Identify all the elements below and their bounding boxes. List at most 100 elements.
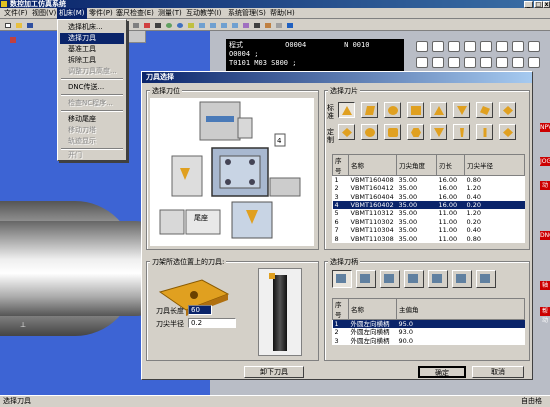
pan-icon[interactable] [185, 20, 195, 29]
holder-type-button[interactable] [332, 270, 352, 288]
open-icon[interactable] [13, 20, 23, 29]
insert-col-index[interactable]: 序号 [332, 154, 349, 176]
help-icon[interactable] [284, 20, 294, 29]
cancel-button[interactable]: 取消 [472, 366, 524, 378]
insert-type-button[interactable] [499, 102, 516, 118]
zoom-icon[interactable] [163, 20, 173, 29]
insert-table-row[interactable]: 3 VBMT160404 35.00 16.00 0.40 [333, 192, 525, 201]
insert-type-button[interactable] [407, 102, 424, 118]
holder-table-row[interactable]: 1 外圆左向横柄 95.0 [332, 319, 525, 328]
tool-length-input[interactable]: 60 [188, 305, 212, 315]
remove-tool-button[interactable]: 卸下刀具 [244, 366, 304, 378]
holder-table-row[interactable]: 2 外圆左向横柄 93.0 [333, 328, 525, 336]
cnc-key[interactable] [528, 41, 540, 52]
insert-type-button[interactable] [430, 124, 447, 140]
cnc-key[interactable] [432, 57, 444, 68]
holder-type-button[interactable] [452, 270, 472, 288]
insert-type-button[interactable] [384, 124, 401, 140]
grid-icon[interactable] [273, 20, 283, 29]
menu-item-select-tool[interactable]: 选择刀具 [60, 33, 124, 44]
new-icon[interactable] [2, 20, 12, 29]
cnc-key[interactable] [512, 57, 524, 68]
menu-machine[interactable]: 机床(M) [57, 8, 87, 19]
cnc-key[interactable] [512, 41, 524, 52]
insert-type-button[interactable] [361, 102, 378, 118]
insert-type-button[interactable] [361, 124, 378, 140]
menu-measure[interactable]: 测量(T) [156, 8, 184, 19]
insert-table-row[interactable]: 7 VBMT110304 35.00 11.00 0.40 [333, 226, 525, 234]
insert-table-row[interactable]: 5 VBMT110312 35.00 11.00 1.20 [333, 209, 525, 217]
cnc-key[interactable] [528, 57, 540, 68]
holder-type-button[interactable] [404, 270, 424, 288]
ok-button[interactable]: 确定 [418, 366, 466, 378]
tool-icon[interactable] [152, 20, 162, 29]
view-front-icon[interactable] [196, 20, 206, 29]
insert-type-vbmt-button[interactable] [338, 102, 355, 118]
save-icon[interactable] [24, 20, 34, 29]
tool-slot-3[interactable] [171, 155, 203, 197]
turret-diagram[interactable]: 4 尾座 [150, 98, 314, 246]
tool-slot-1[interactable] [206, 116, 234, 122]
cnc-key[interactable] [496, 57, 508, 68]
insert-type-button[interactable] [499, 124, 516, 140]
insert-type-button[interactable] [407, 124, 424, 140]
insert-type-button[interactable] [476, 124, 493, 140]
menu-feeler[interactable]: 塞尺检查(E) [114, 8, 156, 19]
insert-type-button[interactable] [338, 124, 355, 140]
view-top-icon[interactable] [207, 20, 217, 29]
close-button[interactable]: x [543, 1, 550, 8]
insert-table-row[interactable]: 8 VBMT110308 35.00 11.00 0.80 [333, 234, 525, 243]
insert-col-nose-radius[interactable]: 刀尖半径 [464, 154, 525, 176]
cnc-key[interactable] [480, 57, 492, 68]
cnc-key[interactable] [464, 41, 476, 52]
menu-part[interactable]: 零件(P) [87, 8, 115, 19]
reset-view-icon[interactable] [240, 20, 250, 29]
insert-col-name[interactable]: 名称 [348, 154, 397, 176]
menu-system[interactable]: 系统管理(S) [226, 8, 268, 19]
cnc-key[interactable] [416, 41, 428, 52]
menu-teaching[interactable]: 互动教学(I) [184, 8, 224, 19]
holder-type-button[interactable] [380, 270, 400, 288]
part-icon[interactable] [141, 20, 151, 29]
machine-icon[interactable] [130, 20, 140, 29]
insert-table-row[interactable]: 1 VBMT160408 35.00 16.00 0.80 [333, 176, 525, 185]
holder-col-name[interactable]: 名称 [348, 298, 397, 320]
insert-table[interactable]: 序号 名称 刀尖角度 刃长 刀尖半径 1 VBMT160408 35.00 16.00… [332, 154, 525, 243]
holder-table[interactable]: 序号 名称 主偏角 1 外圆左向横柄 95.0 2 外圆左向横柄 93.0 3 外圆左向横柄 9… [332, 298, 525, 345]
minimize-button[interactable]: _ [524, 1, 533, 8]
insert-table-row[interactable]: 2 VBMT160412 35.00 16.00 1.20 [333, 184, 525, 192]
holder-col-index[interactable]: 序号 [332, 298, 349, 320]
menu-item-reference-tool[interactable]: 基准工具 [60, 44, 124, 55]
holder-type-button[interactable] [476, 270, 496, 288]
holder-type-button[interactable] [428, 270, 448, 288]
holder-type-button[interactable] [356, 270, 376, 288]
menu-file[interactable]: 文件(F) [2, 8, 30, 19]
cnc-key[interactable] [416, 57, 428, 68]
cnc-key[interactable] [432, 41, 444, 52]
insert-table-row[interactable]: 4 VBMT160402 35.00 16.00 0.20 [332, 200, 525, 210]
display-icon[interactable] [251, 20, 261, 29]
rotate-icon[interactable] [174, 20, 184, 29]
insert-type-button[interactable] [384, 102, 401, 118]
insert-type-button[interactable] [476, 102, 493, 118]
insert-col-angle[interactable]: 刀尖角度 [396, 154, 437, 176]
insert-type-button[interactable] [453, 124, 470, 140]
menu-item-remove-tool[interactable]: 拆除工具 [60, 55, 124, 66]
nose-radius-input[interactable]: 0.2 [188, 318, 236, 328]
menu-item-select-machine[interactable]: 选择机床... [60, 22, 124, 33]
insert-table-row[interactable]: 6 VBMT110302 35.00 11.00 0.20 [333, 218, 525, 226]
view-left-icon[interactable] [218, 20, 228, 29]
holder-table-row[interactable]: 3 外圆左向横柄 90.0 [333, 336, 525, 345]
measure-icon[interactable] [262, 20, 272, 29]
menu-view[interactable]: 视图(V) [30, 8, 58, 19]
view-right-icon[interactable] [229, 20, 239, 29]
cnc-key[interactable] [496, 41, 508, 52]
tool-slot-2[interactable] [269, 177, 301, 197]
menu-help[interactable]: 帮助(H) [268, 8, 297, 19]
cnc-key[interactable] [448, 57, 460, 68]
insert-type-button[interactable] [430, 102, 447, 118]
insert-col-edge-length[interactable]: 刃长 [436, 154, 465, 176]
cnc-key[interactable] [464, 57, 476, 68]
insert-type-button[interactable] [453, 102, 470, 118]
cnc-key[interactable] [480, 41, 492, 52]
